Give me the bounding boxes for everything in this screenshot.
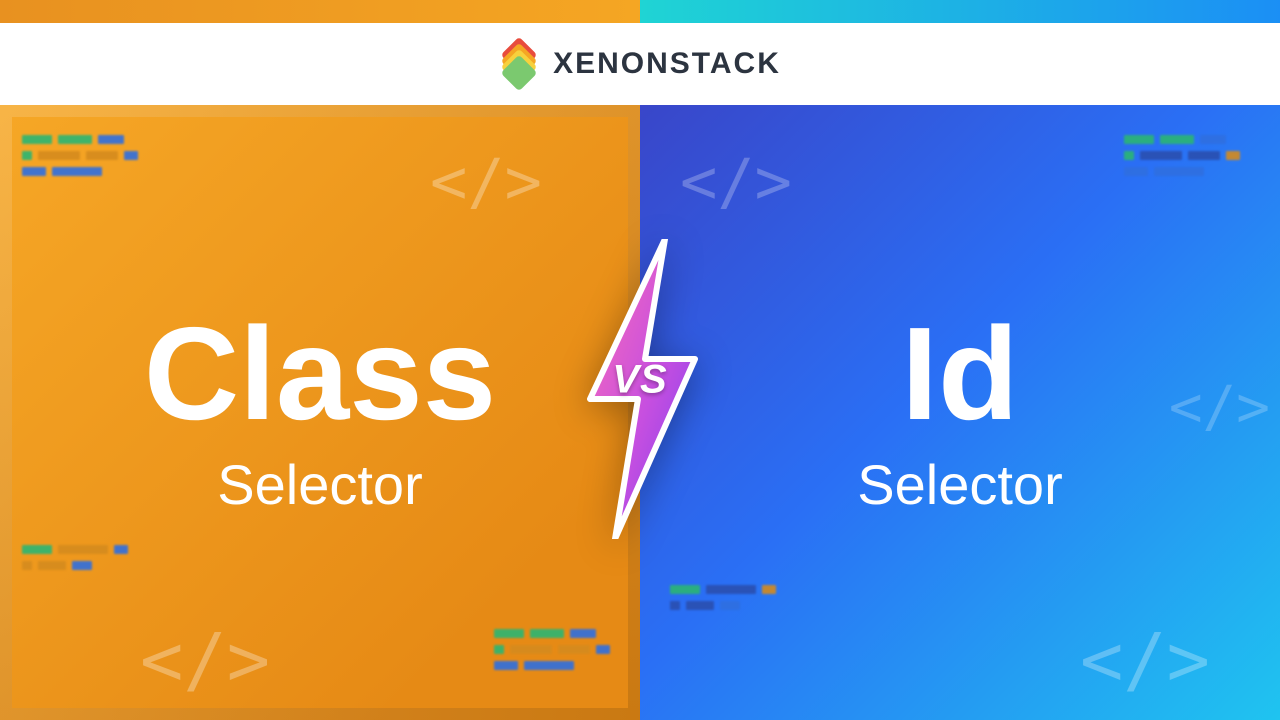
brand-name: XENONSTACK [553, 47, 781, 81]
decorative-code-lines-icon [22, 135, 138, 176]
xenonstack-logo-icon [499, 44, 539, 84]
left-subtitle: Selector [217, 452, 422, 517]
code-bracket-icon: </> [430, 145, 542, 218]
right-panel-id: </> Id Selector </> </> [640, 105, 1280, 720]
right-subtitle: Selector [857, 452, 1062, 517]
header: XENONSTACK [0, 23, 1280, 105]
decorative-code-lines-icon [670, 585, 776, 610]
right-title: Id [901, 308, 1018, 440]
code-bracket-icon: </> [140, 618, 270, 702]
code-bracket-icon: </> [1169, 375, 1270, 440]
decorative-code-lines-icon [22, 545, 128, 570]
decorative-code-lines-icon [1124, 135, 1240, 176]
top-accent-strip [0, 0, 1280, 23]
code-bracket-icon: </> [1080, 618, 1210, 702]
code-bracket-icon: </> [680, 145, 792, 218]
decorative-code-lines-icon [494, 629, 610, 670]
left-title: Class [144, 308, 496, 440]
comparison-panels: </> Class Selector </> </> Id Selector <… [0, 105, 1280, 720]
left-panel-class: </> Class Selector </> [0, 105, 640, 720]
